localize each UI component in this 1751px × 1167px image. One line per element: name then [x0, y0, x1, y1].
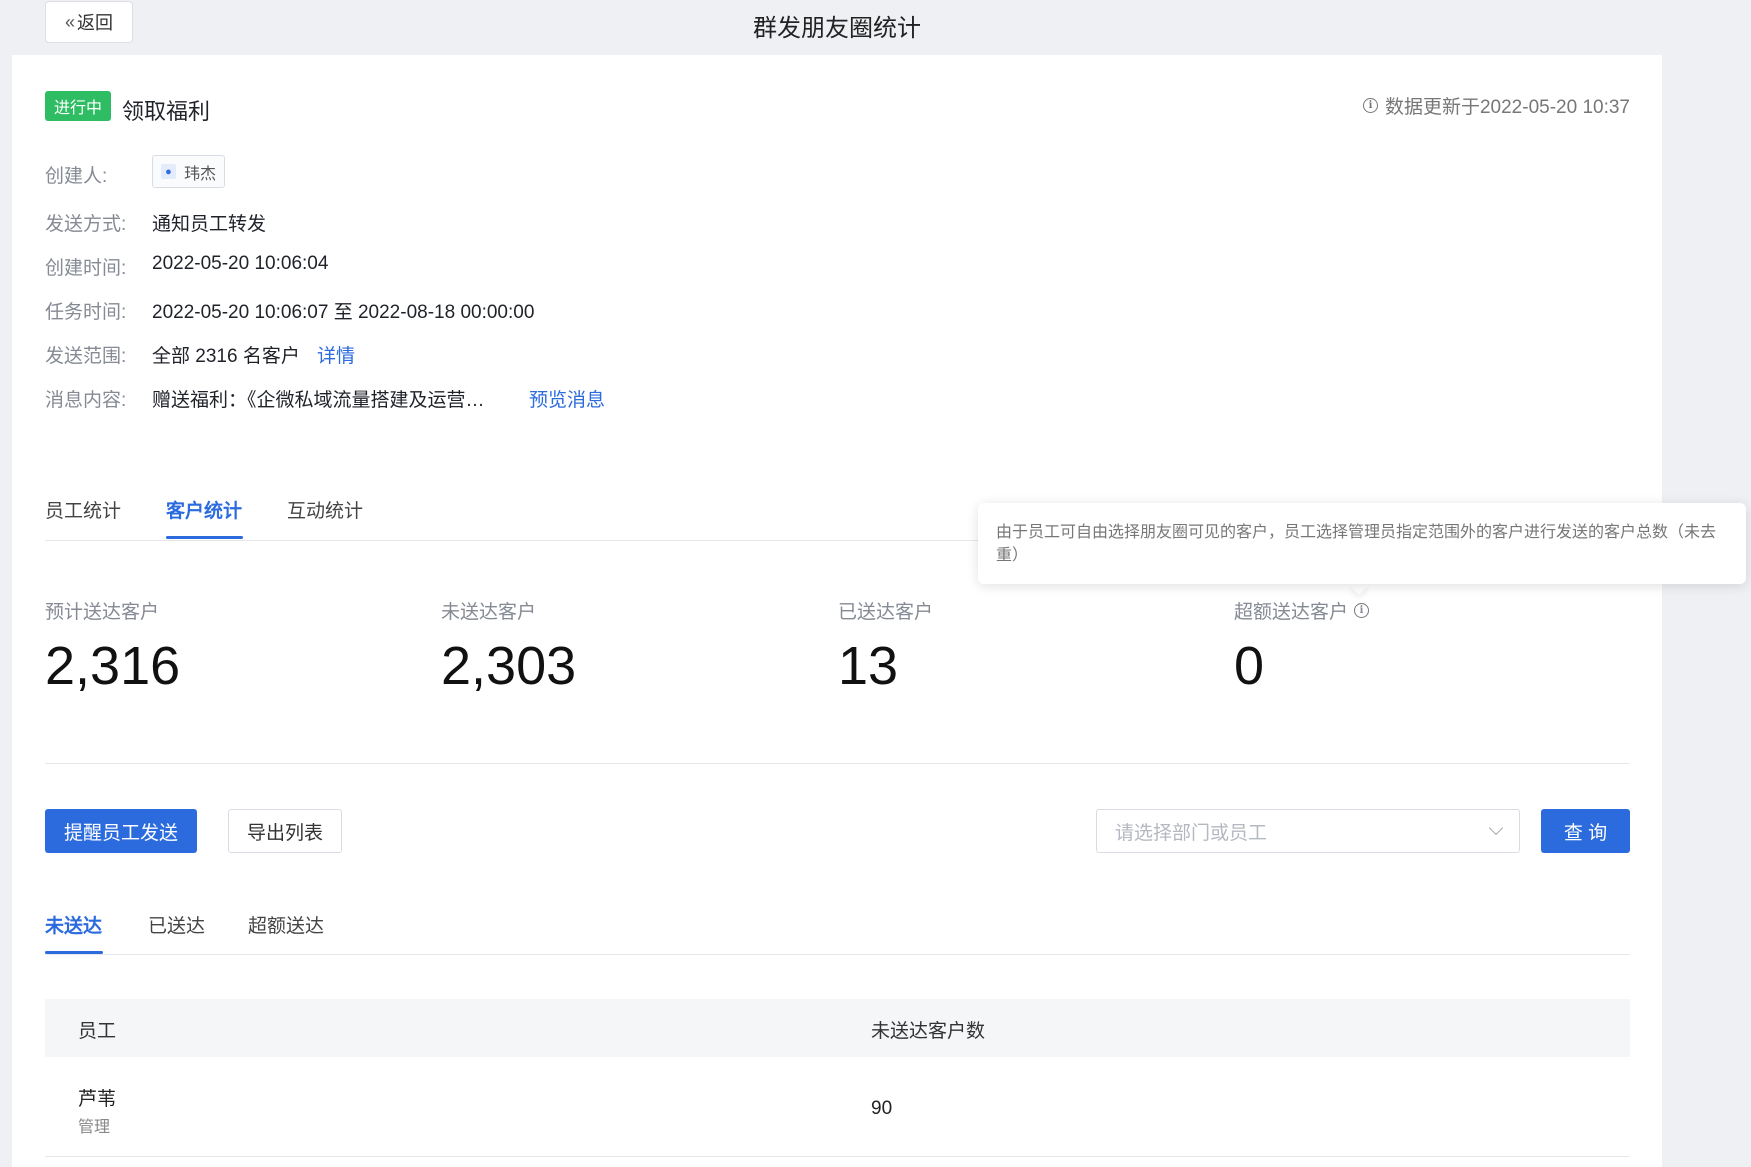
page-title: 群发朋友圈统计 [753, 15, 921, 42]
main-card: 进行中 领取福利 i 数据更新于2022-05-20 10:37 创建人: ● … [12, 55, 1662, 1167]
table-row[interactable]: 芦苇 管理 90 [45, 1057, 1630, 1157]
tab-customer-stats[interactable]: 客户统计 [166, 496, 242, 523]
stats-divider [45, 763, 1630, 764]
scope-label: 发送范围: [45, 346, 127, 367]
stat-value-delivered: 13 [838, 636, 899, 696]
stat-label-undelivered: 未送达客户 [441, 602, 537, 623]
subtabs-divider [45, 954, 1630, 955]
table-row-divider [45, 1156, 1630, 1157]
select-placeholder: 请选择部门或员工 [1115, 822, 1268, 844]
subtab-excess[interactable]: 超额送达 [248, 911, 324, 938]
scope-value: 全部 2316 名客户 [152, 346, 300, 367]
stat-value-expected: 2,316 [45, 636, 181, 696]
stat-label-delivered: 已送达客户 [838, 602, 934, 623]
content-label: 消息内容: [45, 390, 127, 411]
undelivered-count: 90 [871, 1098, 893, 1119]
info-icon[interactable]: i [1354, 603, 1370, 618]
chevron-down-icon [1488, 820, 1504, 836]
table-header: 员工 未送达客户数 [45, 999, 1630, 1057]
send-method-label: 发送方式: [45, 214, 127, 235]
created-time-label: 创建时间: [45, 258, 127, 279]
remind-employees-button[interactable]: 提醒员工发送 [45, 809, 197, 853]
send-method-value: 通知员工转发 [152, 214, 267, 235]
creator-name: 玮杰 [184, 165, 217, 183]
created-time-value: 2022-05-20 10:06:04 [152, 253, 329, 274]
content-value: 赠送福利：《企微私域流量搭建及运营… [152, 390, 485, 411]
department-employee-select[interactable]: 请选择部门或员工 [1096, 809, 1520, 853]
user-icon: ● [161, 164, 176, 179]
creator-chip[interactable]: ● 玮杰 [152, 155, 226, 188]
column-header-undelivered-count: 未送达客户数 [871, 1021, 986, 1042]
tab-employee-stats[interactable]: 员工统计 [45, 496, 121, 523]
status-badge: 进行中 [45, 91, 112, 121]
task-time-label: 任务时间: [45, 302, 127, 323]
update-info: i 数据更新于2022-05-20 10:37 [1362, 92, 1630, 119]
stat-value-undelivered: 2,303 [441, 636, 577, 696]
active-tab-indicator [166, 536, 243, 539]
info-icon: i [1362, 98, 1378, 113]
subtab-delivered[interactable]: 已送达 [148, 911, 205, 938]
excess-delivery-tooltip: 由于员工可自由选择朋友圈可见的客户，员工选择管理员指定范围外的客户进行发送的客户… [978, 503, 1746, 584]
column-header-employee: 员工 [78, 1021, 117, 1042]
employee-name: 芦苇 [78, 1089, 117, 1110]
creator-label: 创建人: [45, 166, 108, 187]
task-time-value: 2022-05-20 10:06:07 至 2022-08-18 00:00:0… [152, 302, 535, 323]
subtab-undelivered[interactable]: 未送达 [45, 911, 102, 938]
preview-message-link[interactable]: 预览消息 [529, 385, 605, 412]
top-bar: « 返回 群发朋友圈统计 [12, 0, 1662, 55]
query-button[interactable]: 查 询 [1541, 809, 1630, 853]
stat-label-expected: 预计送达客户 [45, 602, 160, 623]
update-time: 数据更新于2022-05-20 10:37 [1384, 97, 1630, 118]
employee-department: 管理 [78, 1119, 111, 1136]
scope-detail-link[interactable]: 详情 [317, 341, 355, 368]
stat-label-excess: 超额送达客户 i [1234, 597, 1370, 624]
stat-value-excess: 0 [1234, 636, 1265, 696]
export-list-button[interactable]: 导出列表 [228, 809, 342, 853]
stat-label-excess-text: 超额送达客户 [1234, 602, 1349, 623]
tab-interaction-stats[interactable]: 互动统计 [287, 496, 363, 523]
campaign-name: 领取福利 [122, 99, 211, 124]
